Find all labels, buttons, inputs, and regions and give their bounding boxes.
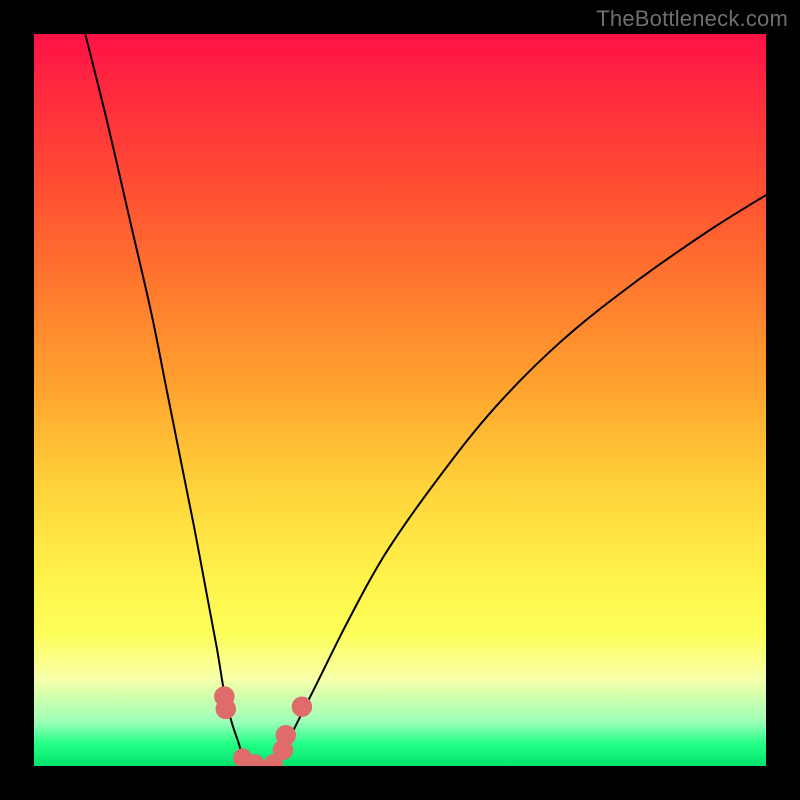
plot-area — [34, 34, 766, 766]
curve-left-curve — [85, 34, 246, 765]
data-marker — [216, 699, 236, 719]
series-group — [85, 34, 766, 765]
data-marker — [292, 696, 312, 716]
curve-right-curve — [276, 195, 766, 764]
watermark-text: TheBottleneck.com — [596, 6, 788, 32]
chart-frame: TheBottleneck.com — [0, 0, 800, 800]
data-marker — [276, 725, 296, 745]
marker-group — [214, 686, 312, 766]
curves-svg — [34, 34, 766, 766]
